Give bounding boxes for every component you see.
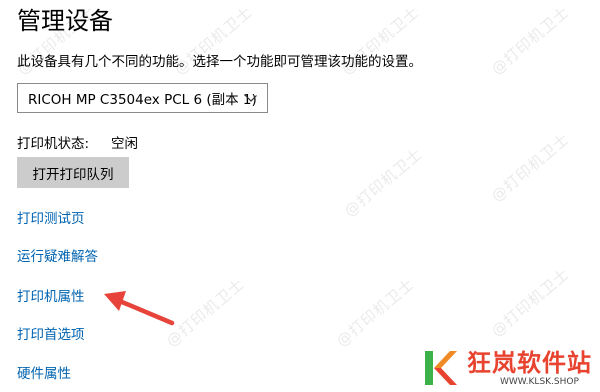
printer-properties-link[interactable]: 打印机属性 (17, 287, 85, 307)
printer-status-value: 空闲 (111, 136, 138, 152)
watermark-text: @打印机卫士 (487, 129, 573, 206)
device-select-dropdown[interactable]: RICOH MP C3504ex PCL 6 (副本 1) (17, 83, 268, 113)
watermark-text: @打印机卫士 (487, 264, 573, 341)
printing-preferences-link[interactable]: 打印首选项 (17, 325, 85, 345)
print-test-page-link[interactable]: 打印测试页 (17, 209, 85, 229)
watermark-text: @打印机卫士 (487, 2, 573, 79)
hardware-properties-link[interactable]: 硬件属性 (17, 364, 71, 384)
page-title: 管理设备 (17, 7, 113, 35)
printer-status-row: 打印机状态: 空闲 (17, 134, 138, 154)
site-logo: 狂岚软件站 WWW.KLSK.SHOP (424, 348, 600, 392)
chevron-down-icon (245, 95, 257, 102)
open-print-queue-button[interactable]: 打开打印队列 (17, 157, 129, 188)
annotation-arrow-icon (104, 291, 175, 326)
printer-status-label: 打印机状态: (17, 136, 90, 152)
k-logo-icon (425, 351, 457, 385)
device-select-value: RICOH MP C3504ex PCL 6 (副本 1) (28, 92, 257, 108)
logo-name: 狂岚软件站 (467, 349, 592, 377)
watermark-text: @打印机卫士 (332, 274, 418, 351)
watermark-text: @打印机卫士 (340, 144, 426, 221)
run-troubleshooter-link[interactable]: 运行疑难解答 (17, 247, 98, 267)
page-description: 此设备具有几个不同的功能。选择一个功能即可管理该功能的设置。 (17, 54, 422, 70)
logo-url: WWW.KLSK.SHOP (500, 377, 579, 387)
